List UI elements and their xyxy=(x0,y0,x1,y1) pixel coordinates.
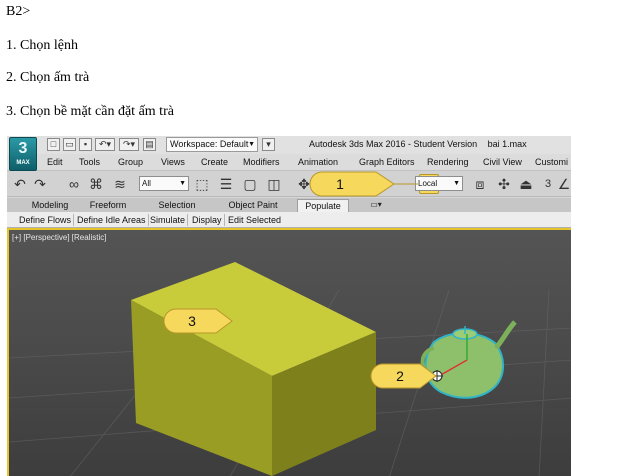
selection-filter-dropdown[interactable]: All ▼ xyxy=(139,176,189,191)
doc-line-2: 2. Chọn ấm trà xyxy=(6,70,90,85)
project-folder-icon[interactable]: ▤ xyxy=(143,138,156,151)
workspace-dropdown[interactable]: Workspace: Default ▼ xyxy=(166,137,258,152)
menu-graph-editors[interactable]: Graph Editors xyxy=(359,157,415,167)
select-object-icon[interactable]: ⬚ xyxy=(193,175,211,193)
teapot xyxy=(420,320,517,399)
menu-edit[interactable]: Edit xyxy=(47,157,63,167)
teapot-spout xyxy=(494,320,517,350)
define-idle-areas-button[interactable]: Define Idle Areas xyxy=(75,214,149,226)
menu-customize[interactable]: Customi xyxy=(535,157,568,167)
menu-modifiers[interactable]: Modifiers xyxy=(243,157,280,167)
scale-flyout[interactable] xyxy=(351,176,361,191)
open-folder-icon[interactable]: ▭ xyxy=(63,138,76,151)
snaps-count: 3 xyxy=(544,178,552,190)
redo-icon[interactable]: ↷ xyxy=(31,175,49,193)
menu-bar: Edit Tools Group Views Create Modifiers … xyxy=(7,154,571,171)
app-window: 3 MAX □ ▭ ▪ ↶▾ ↷▾ ▤ Workspace: Default ▼… xyxy=(7,136,571,476)
reference-coord-value: Local xyxy=(418,179,438,188)
manipulate-icon[interactable]: ✣ xyxy=(495,175,513,193)
select-and-move-icon[interactable]: ✥ xyxy=(295,175,313,193)
menu-views[interactable]: Views xyxy=(161,157,185,167)
window-title: Autodesk 3ds Max 2016 - Student Version … xyxy=(309,139,535,149)
logo-text: MAX xyxy=(16,160,30,166)
tab-freeform[interactable]: Freeform xyxy=(85,199,131,212)
keyboard-shortcut-override-icon[interactable]: ⏏ xyxy=(517,175,535,193)
yellow-box xyxy=(131,262,376,476)
doc-line-1: 1. Chọn lệnh xyxy=(6,38,78,53)
select-by-name-icon[interactable]: ☰ xyxy=(217,175,235,193)
display-button[interactable]: Display xyxy=(190,214,225,226)
angle-snap-icon[interactable]: ∠ xyxy=(555,175,571,193)
selection-filter-value: All xyxy=(142,179,151,188)
menu-rendering[interactable]: Rendering xyxy=(427,157,469,167)
title-bar: 3 MAX □ ▭ ▪ ↶▾ ↷▾ ▤ Workspace: Default ▼… xyxy=(7,136,571,171)
reference-coord-dropdown[interactable]: Local ▼ xyxy=(415,176,463,191)
select-and-link-icon[interactable]: ∞ xyxy=(65,175,83,193)
menu-tools[interactable]: Tools xyxy=(79,157,100,167)
tab-modeling[interactable]: Modeling xyxy=(25,199,75,212)
callout-2-number: 2 xyxy=(396,368,404,384)
bind-space-warp-icon[interactable]: ≋ xyxy=(111,175,129,193)
tab-selection[interactable]: Selection xyxy=(153,199,201,212)
doc-line-step: B2> xyxy=(6,4,31,19)
chevron-down-icon: ▼ xyxy=(248,141,255,148)
workspace-label: Workspace: Default xyxy=(170,139,249,149)
edit-selected-button[interactable]: Edit Selected xyxy=(226,214,283,226)
chevron-down-icon: ▼ xyxy=(179,180,186,187)
unlink-icon[interactable]: ⌘ xyxy=(87,175,105,193)
undo-icon[interactable]: ↶ xyxy=(11,175,29,193)
main-toolbar: ↶ ↷ ∞ ⌘ ≋ All ▼ ⬚ ☰ ▢ ◫ ✥ ⟳ ⧉ Local ▼ ⧈ … xyxy=(7,171,571,197)
ribbon-options-icon[interactable]: ▭▾ xyxy=(365,200,387,210)
new-file-icon[interactable]: □ xyxy=(47,138,60,151)
teapot-body xyxy=(424,332,504,399)
ribbon-tabs: Modeling Freeform Selection Object Paint… xyxy=(7,198,571,212)
logo-3-glyph: 3 xyxy=(18,140,28,157)
redo-icon[interactable]: ↷▾ xyxy=(119,138,139,151)
chevron-down-icon: ▼ xyxy=(453,180,460,187)
pivot-center-icon[interactable]: ⧈ xyxy=(471,175,489,193)
quick-access-menu-icon[interactable]: ▾ xyxy=(262,138,275,151)
menu-group[interactable]: Group xyxy=(118,157,143,167)
window-title-app: Autodesk 3ds Max 2016 - Student Version xyxy=(309,139,478,149)
tab-object-paint[interactable]: Object Paint xyxy=(221,199,285,212)
ribbon-panel: Define Flows Define Idle Areas Simulate … xyxy=(7,212,571,228)
callout-3-number: 3 xyxy=(188,313,196,329)
callout-1-number: 1 xyxy=(336,176,344,192)
window-crossing-icon[interactable]: ◫ xyxy=(265,175,283,193)
menu-animation[interactable]: Animation xyxy=(298,157,338,167)
menu-create[interactable]: Create xyxy=(201,157,228,167)
rectangular-selection-icon[interactable]: ▢ xyxy=(241,175,259,193)
define-flows-button[interactable]: Define Flows xyxy=(17,214,75,226)
undo-icon[interactable]: ↶▾ xyxy=(95,138,115,151)
app-logo-button[interactable]: 3 MAX xyxy=(9,137,37,171)
perspective-viewport[interactable]: [+] [Perspective] [Realistic] xyxy=(7,228,571,476)
tab-populate[interactable]: Populate xyxy=(297,199,349,212)
simulate-button[interactable]: Simulate xyxy=(148,214,189,226)
window-title-file: bai 1.max xyxy=(487,139,527,149)
save-icon[interactable]: ▪ xyxy=(79,138,92,151)
menu-civil-view[interactable]: Civil View xyxy=(483,157,522,167)
viewport-scene xyxy=(9,262,571,476)
doc-line-3: 3. Chọn bề mặt cần đặt ấm trà xyxy=(6,104,174,119)
